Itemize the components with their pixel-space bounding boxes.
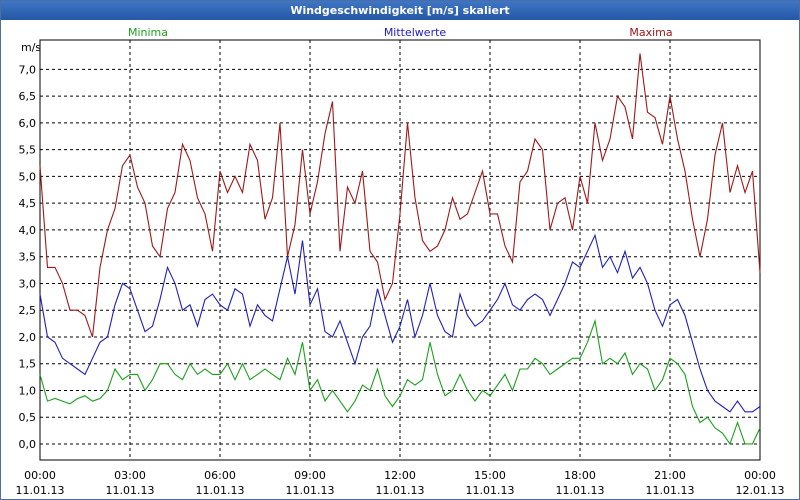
y-axis-ticks: 0,0 0,5 1,0 1,5 2,0 2,5 3,0 3,5 4,0 4,5 5,0 5,5 6,0 6… [19,63,37,451]
y-tick-label: 3,5 [19,251,37,264]
y-tick-label: 2,5 [19,304,37,317]
x-tick-date: 11.01.13 [556,484,605,497]
y-tick-label: 5,5 [19,144,37,157]
x-tick-time: 00:00 [744,469,776,482]
y-tick-label: 7,0 [19,63,37,76]
x-tick-time: 15:00 [474,469,506,482]
x-tick-time: 03:00 [114,469,146,482]
x-tick-time: 09:00 [294,469,326,482]
x-tick-date: 11.01.13 [646,484,695,497]
x-tick-date: 11.01.13 [106,484,155,497]
y-axis-label: m/s [21,41,41,54]
x-tick-date: 11.01.13 [286,484,335,497]
x-tick-time: 12:00 [384,469,416,482]
legend: Minima Mittelwerte Maxima [128,26,673,39]
y-tick-label: 2,0 [19,331,37,344]
legend-maxima: Maxima [629,26,672,39]
x-tick-date: 11.01.13 [376,484,425,497]
y-tick-label: 4,5 [19,197,37,210]
y-tick-label: 5,0 [19,170,37,183]
y-tick-label: 3,0 [19,277,37,290]
y-tick-label: 6,0 [19,117,37,130]
y-tick-label: 1,5 [19,358,37,371]
legend-minima: Minima [128,26,168,39]
y-tick-label: 6,5 [19,90,37,103]
x-tick-date: 11.01.13 [466,484,515,497]
x-tick-time: 00:00 [24,469,56,482]
legend-mittelwerte: Mittelwerte [384,26,447,39]
wind-speed-chart: 0,0 0,5 1,0 1,5 2,0 2,5 3,0 3,5 4,0 4,5 5,0 5,5 6,0 6… [16,26,785,497]
x-tick-time: 06:00 [204,469,236,482]
y-tick-label: 4,0 [19,224,37,237]
y-tick-label: 1,0 [19,384,37,397]
x-tick-date: 11.01.13 [16,484,65,497]
x-tick-time: 21:00 [654,469,686,482]
y-tick-label: 0,0 [19,438,37,451]
x-tick-time: 18:00 [564,469,596,482]
y-tick-label: 0,5 [19,411,37,424]
x-tick-date: 11.01.13 [196,484,245,497]
x-axis-ticks: 00:00 11.01.13 03:00 11.01.13 06:00 11.01.13 0… [16,469,785,497]
x-tick-date: 12.01.13 [736,484,785,497]
